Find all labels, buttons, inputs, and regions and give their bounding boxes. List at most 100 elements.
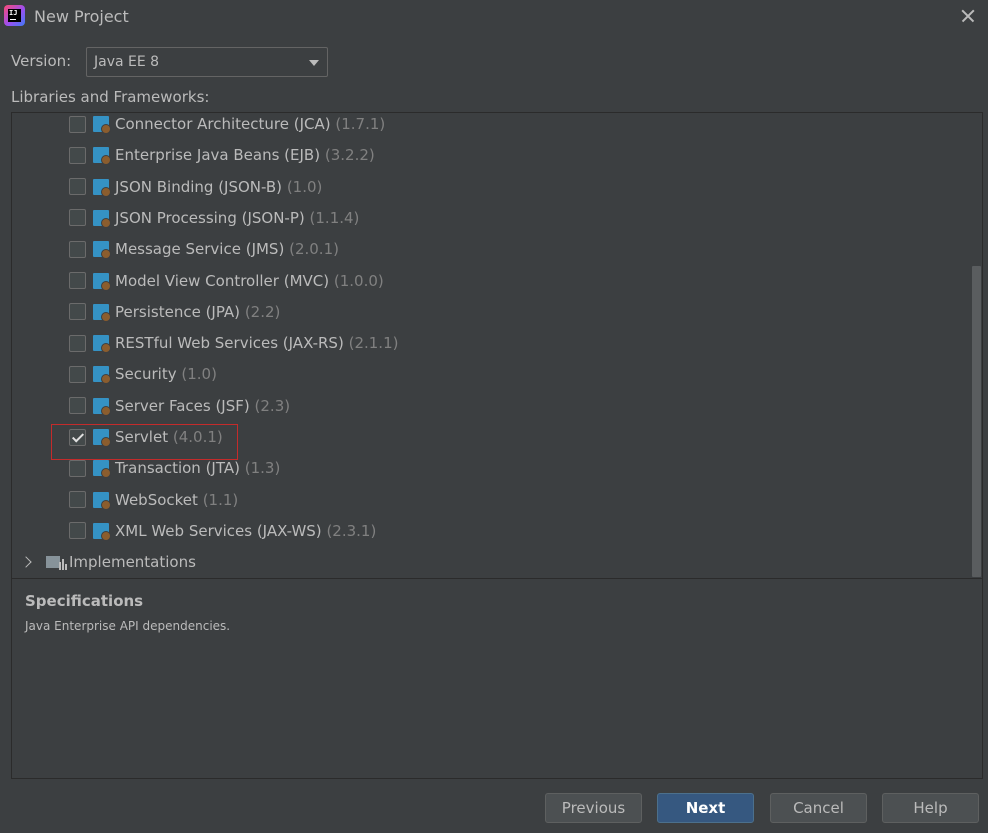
library-checkbox[interactable]: [69, 459, 86, 477]
library-checkbox[interactable]: [69, 522, 86, 540]
library-label: Server Faces (JSF) (2.3): [115, 397, 290, 415]
library-row[interactable]: Server Faces (JSF) (2.3): [12, 393, 912, 419]
servlet-highlight-box: [51, 424, 238, 460]
library-checkbox[interactable]: [69, 303, 86, 321]
library-name: Transaction (JTA): [115, 459, 240, 478]
library-icon: [93, 209, 111, 228]
library-icon: [93, 397, 111, 416]
next-button[interactable]: Next: [657, 793, 754, 823]
libraries-tree: Connector Architecture (JCA) (1.7.1) Ente…: [12, 113, 970, 578]
library-row[interactable]: RESTful Web Services (JAX-RS) (2.1.1): [12, 330, 912, 356]
libraries-panel: Connector Architecture (JCA) (1.7.1) Ente…: [11, 112, 983, 779]
library-name: Security: [115, 365, 177, 384]
library-version: (2.3.1): [326, 521, 377, 540]
library-icon: [93, 522, 111, 541]
library-name: JSON Processing (JSON-P): [115, 208, 305, 227]
library-icon: [93, 116, 111, 134]
implementations-label: Implementations: [69, 553, 196, 572]
library-icon: [93, 335, 111, 354]
close-icon[interactable]: [958, 6, 978, 26]
library-folder-icon: [46, 554, 67, 571]
previous-button[interactable]: Previous: [545, 793, 642, 823]
library-row[interactable]: Message Service (JMS) (2.0.1): [12, 236, 912, 262]
library-row[interactable]: Model View Controller (MVC) (1.0.0): [12, 268, 912, 294]
library-version: (2.1.1): [348, 334, 399, 353]
library-label: Connector Architecture (JCA) (1.7.1): [115, 115, 385, 133]
library-label: XML Web Services (JAX-WS) (2.3.1): [115, 522, 376, 540]
library-label: Security (1.0): [115, 365, 217, 383]
library-label: Message Service (JMS) (2.0.1): [115, 240, 339, 258]
library-name: Model View Controller (MVC): [115, 271, 330, 290]
library-checkbox[interactable]: [69, 272, 86, 289]
library-version: (1.1): [202, 490, 239, 509]
library-version: (3.2.2): [324, 146, 375, 165]
library-icon: [93, 460, 111, 479]
version-selected-value: Java EE 8: [94, 54, 160, 70]
library-label: RESTful Web Services (JAX-RS) (2.1.1): [115, 334, 398, 352]
library-label: Enterprise Java Beans (EJB) (3.2.2): [115, 146, 375, 164]
library-version: (1.3): [244, 459, 281, 478]
cancel-button[interactable]: Cancel: [770, 793, 867, 823]
library-checkbox[interactable]: [69, 115, 86, 133]
version-label: Version:: [11, 52, 72, 70]
library-icon: [93, 303, 111, 322]
scrollbar-thumb[interactable]: [972, 266, 981, 577]
library-checkbox[interactable]: [69, 240, 86, 258]
library-name: Connector Architecture (JCA): [115, 115, 331, 133]
chevron-down-icon: [309, 60, 319, 66]
library-label: Transaction (JTA) (1.3): [115, 459, 280, 477]
library-version: (1.0.0): [333, 271, 384, 290]
library-label: WebSocket (1.1): [115, 491, 238, 509]
libraries-label: Libraries and Frameworks:: [11, 88, 210, 106]
library-name: Persistence (JPA): [115, 302, 241, 321]
library-row[interactable]: WebSocket (1.1): [12, 487, 912, 513]
library-icon: [93, 491, 111, 510]
library-version: (2.3): [254, 396, 291, 415]
title-bar: IJ New Project: [0, 0, 988, 33]
library-row[interactable]: Persistence (JPA) (2.2): [12, 299, 912, 325]
library-row[interactable]: Enterprise Java Beans (EJB) (3.2.2): [12, 142, 912, 168]
library-checkbox[interactable]: [69, 397, 86, 415]
library-checkbox[interactable]: [69, 491, 86, 509]
library-name: JSON Binding (JSON-B): [115, 177, 283, 196]
window-title: New Project: [34, 7, 129, 26]
library-name: Enterprise Java Beans (EJB): [115, 146, 321, 165]
library-label: Persistence (JPA) (2.2): [115, 303, 280, 321]
library-icon: [93, 241, 111, 260]
library-version: (2.2): [244, 302, 281, 321]
intellij-idea-icon: IJ: [4, 5, 25, 26]
divider: [12, 578, 982, 579]
library-checkbox[interactable]: [69, 178, 86, 196]
library-row[interactable]: JSON Binding (JSON-B) (1.0): [12, 174, 912, 200]
library-row[interactable]: Security (1.0): [12, 361, 912, 387]
library-label: JSON Processing (JSON-P) (1.1.4): [115, 209, 359, 227]
library-icon: [93, 272, 111, 291]
version-dropdown[interactable]: Java EE 8: [86, 47, 328, 77]
library-checkbox[interactable]: [69, 146, 86, 164]
library-icon: [93, 147, 111, 166]
library-version: (1.0): [286, 177, 323, 196]
library-label: JSON Binding (JSON-B) (1.0): [115, 178, 322, 196]
library-label: Model View Controller (MVC) (1.0.0): [115, 272, 384, 290]
implementations-node[interactable]: Implementations: [12, 549, 412, 575]
library-version: (1.1.4): [309, 208, 360, 227]
library-checkbox[interactable]: [69, 334, 86, 352]
library-version: (2.0.1): [289, 240, 339, 259]
library-row[interactable]: Connector Architecture (JCA) (1.7.1): [12, 113, 912, 137]
library-icon: [93, 178, 111, 197]
specifications-description: Java Enterprise API dependencies.: [25, 619, 231, 633]
help-button[interactable]: Help: [882, 793, 979, 823]
library-name: RESTful Web Services (JAX-RS): [115, 334, 344, 353]
library-name: Message Service (JMS): [115, 240, 285, 259]
library-name: XML Web Services (JAX-WS): [115, 521, 322, 540]
library-version: (1.7.1): [335, 115, 386, 133]
library-version: (1.0): [181, 365, 217, 384]
library-row[interactable]: JSON Processing (JSON-P) (1.1.4): [12, 205, 912, 231]
library-icon: [93, 366, 111, 385]
chevron-right-icon[interactable]: [20, 556, 32, 568]
library-name: Server Faces (JSF): [115, 396, 250, 415]
specifications-title: Specifications: [25, 592, 144, 610]
library-row[interactable]: XML Web Services (JAX-WS) (2.3.1): [12, 518, 912, 544]
library-checkbox[interactable]: [69, 209, 86, 227]
library-checkbox[interactable]: [69, 365, 86, 383]
